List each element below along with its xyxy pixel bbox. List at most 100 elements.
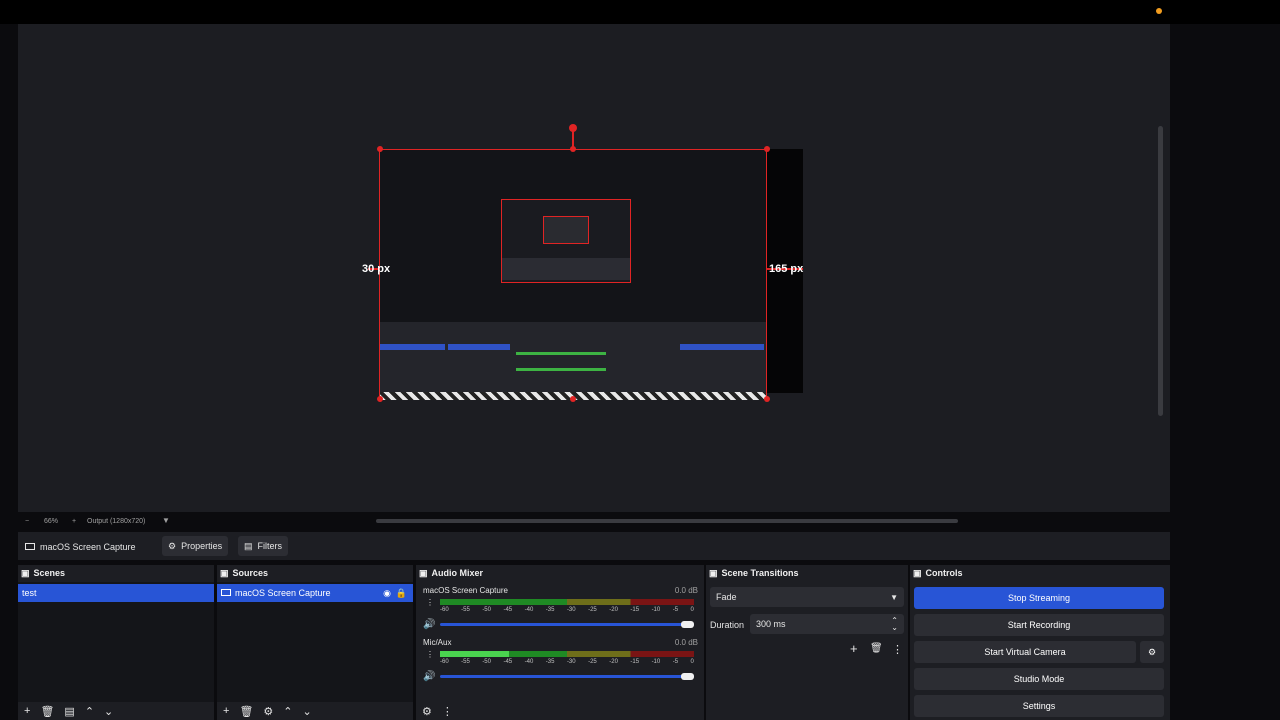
dock-icon: ▣ (913, 567, 922, 578)
sources-toolbar: + 🗑 ⚙ ⌃ ⌄ (217, 702, 413, 720)
meter-tick-label: -45 (503, 659, 513, 665)
scene-item[interactable]: test (18, 584, 214, 602)
meter-tick-label: -10 (651, 659, 661, 665)
zoom-in-button[interactable]: + (72, 518, 76, 525)
resize-handle-bottom-right[interactable] (764, 396, 770, 402)
meter-tick-label: -55 (461, 659, 470, 665)
sources-header: ▣ Sources (217, 565, 413, 581)
meter-tick-label: -55 (461, 607, 470, 613)
dock-icon: ▣ (419, 567, 428, 578)
mixer-channel: macOS Screen Capture 0.0 dB ⋮ -60 -55 -50-… (420, 586, 700, 634)
mixer-title: Audio Mixer (431, 568, 484, 578)
meter-tick-label: -15 (630, 607, 640, 613)
virtual-camera-settings-button[interactable]: ⚙ (1140, 641, 1164, 663)
meter-tick-label: -45 (503, 607, 513, 613)
transition-selected: Fade (716, 592, 737, 602)
selected-source-name: macOS Screen Capture (40, 542, 136, 552)
nested-preview-ui (502, 258, 630, 280)
scene-transitions-dock: ▣ Scene Transitions Fade ▼ Duration 300 … (706, 565, 908, 720)
right-distance-label: 165 px (769, 263, 804, 275)
settings-button[interactable]: Settings (914, 695, 1164, 717)
transition-select[interactable]: Fade ▼ (710, 587, 904, 607)
rotation-handle[interactable] (569, 124, 577, 132)
add-icon[interactable]: + (850, 641, 858, 656)
volume-slider-knob[interactable] (681, 621, 694, 628)
sources-dock: ▣ Sources macOS Screen Capture ◉ 🔒 + 🗑 ⚙… (217, 565, 413, 720)
monitor-icon (221, 589, 231, 597)
mixer-channel: Mic/Aux 0.0 dB ⋮ -60 -55 -50 -45 -40 -35 -30 -2… (420, 638, 700, 686)
meter-tick-label: -20 (609, 659, 618, 665)
preview-status-bar: − 66% + Output (1280x720) ▼ (18, 514, 1170, 530)
eye-icon[interactable]: ◉ (383, 588, 391, 599)
chevron-up-icon[interactable]: ⌃ (85, 705, 94, 718)
volume-slider-knob[interactable] (681, 673, 694, 680)
properties-label: Properties (181, 541, 223, 551)
speaker-icon[interactable]: 🔊 (423, 619, 435, 630)
gear-icon[interactable]: ⚙ (422, 705, 432, 718)
mixer-header: ▣ Audio Mixer (416, 565, 704, 581)
filter-icon[interactable]: ▤ (64, 705, 74, 718)
mixer-toolbar: ⚙ ⋮ (416, 702, 704, 720)
more-menu-icon[interactable]: ⋮ (442, 705, 453, 718)
transitions-header: ▣ Scene Transitions (706, 565, 908, 581)
duration-label: Duration (710, 620, 745, 630)
meter-tick-label: -50 (482, 659, 491, 665)
preview-vertical-scrollbar[interactable] (1158, 126, 1163, 416)
meter-tick-label: 0 (690, 659, 694, 665)
scenes-toolbar: + 🗑 ▤ ⌃ ⌄ (18, 702, 214, 720)
gear-icon[interactable]: ⚙ (263, 705, 273, 718)
add-icon[interactable]: + (223, 705, 229, 717)
controls-header: ▣ Controls (910, 565, 1170, 581)
gear-icon: ⚙ (1147, 646, 1157, 657)
source-item[interactable]: macOS Screen Capture ◉ 🔒 (217, 584, 413, 602)
zoom-out-button[interactable]: − (25, 518, 29, 525)
trash-icon[interactable]: 🗑 (870, 643, 883, 654)
trash-icon[interactable]: 🗑 (239, 705, 253, 718)
filters-label: Filters (257, 541, 283, 551)
output-resolution: Output (1280x720) (87, 518, 146, 525)
channel-db: 0.0 dB (674, 586, 698, 595)
studio-mode-button[interactable]: Studio Mode (914, 668, 1164, 690)
resize-handle-bottom[interactable] (570, 396, 576, 402)
channel-menu-icon[interactable]: ⋮ (426, 650, 434, 659)
volume-slider[interactable] (440, 623, 694, 626)
stepper-icon[interactable]: ⌃ ⌄ (891, 617, 898, 632)
resize-handle-top-left[interactable] (377, 146, 383, 152)
volume-slider[interactable] (440, 675, 694, 678)
dock-icon: ▣ (220, 567, 229, 578)
source-item-label: macOS Screen Capture (235, 588, 331, 598)
add-icon[interactable]: + (24, 705, 30, 717)
gear-icon: ⚙ (168, 540, 177, 551)
mixer-channels: macOS Screen Capture 0.0 dB ⋮ -60 -55 -50-… (416, 582, 704, 702)
trash-icon[interactable]: 🗑 (40, 705, 54, 718)
volume-meter (440, 651, 694, 657)
resize-handle-bottom-left[interactable] (377, 396, 383, 402)
meter-tick-label: -20 (609, 607, 618, 613)
duration-spinbox[interactable]: 300 ms ⌃ ⌄ (750, 614, 904, 634)
resize-handle-top-right[interactable] (764, 146, 770, 152)
output-dropdown-icon[interactable]: ▼ (162, 516, 170, 525)
lock-icon[interactable]: 🔒 (396, 588, 407, 599)
chevron-up-icon[interactable]: ⌃ (283, 705, 292, 718)
chevron-down-icon[interactable]: ⌄ (303, 705, 312, 718)
nested-obs-ui (380, 322, 766, 392)
channel-menu-icon[interactable]: ⋮ (426, 598, 434, 607)
dock-icon: ▣ (709, 567, 718, 578)
selected-source-indicator: macOS Screen Capture (25, 539, 136, 555)
stop-streaming-button[interactable]: Stop Streaming (914, 587, 1164, 609)
meter-tick-label: -35 (545, 659, 555, 665)
start-recording-button[interactable]: Start Recording (914, 614, 1164, 636)
chevron-down-icon[interactable]: ⌄ (104, 705, 113, 718)
properties-button[interactable]: ⚙ Properties (162, 536, 229, 556)
nested-scene-row (380, 344, 445, 350)
channel-name: macOS Screen Capture (423, 586, 508, 595)
filters-button[interactable]: ▤ Filters (238, 536, 289, 556)
speaker-icon[interactable]: 🔊 (423, 671, 435, 682)
start-virtual-camera-button[interactable]: Start Virtual Camera (914, 641, 1136, 663)
meter-tick-label: -50 (482, 607, 491, 613)
more-menu-icon[interactable]: ⋮ (892, 643, 903, 656)
zoom-level: 66% (44, 518, 59, 525)
scenes-list: test (18, 582, 214, 702)
meter-tick-label: -5 (672, 659, 679, 665)
meter-tick-label: -40 (524, 607, 534, 613)
